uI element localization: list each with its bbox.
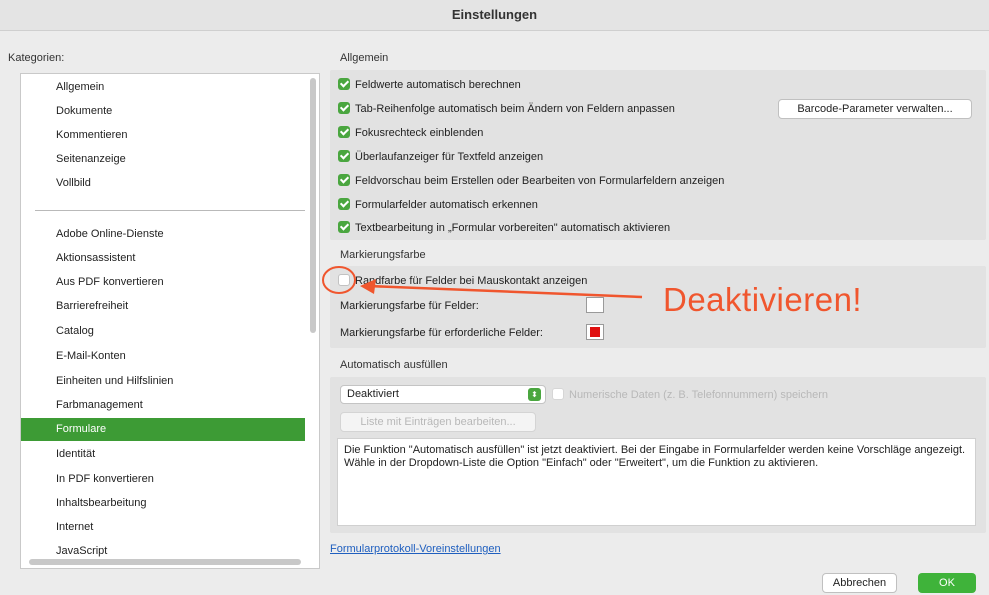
option-label: Feldwerte automatisch berechnen bbox=[355, 79, 521, 91]
checkbox-disabled-icon bbox=[552, 388, 564, 400]
category-item-aus-pdf-konvertieren[interactable]: Aus PDF konvertieren bbox=[21, 271, 305, 294]
ok-button[interactable]: OK bbox=[918, 573, 976, 593]
window-title: Einstellungen bbox=[0, 0, 989, 31]
category-item-kommentieren[interactable]: Kommentieren bbox=[21, 124, 305, 147]
option-formularfelder-erkennen[interactable]: Formularfelder automatisch erkennen bbox=[338, 196, 538, 214]
category-item-farbmanagement[interactable]: Farbmanagement bbox=[21, 394, 305, 417]
option-randfarbe-mauskontakt[interactable]: Randfarbe für Felder bei Mauskontakt anz… bbox=[338, 272, 587, 290]
barcode-parameter-button[interactable]: Barcode-Parameter verwalten... bbox=[778, 99, 972, 119]
checkbox-checked-icon[interactable] bbox=[338, 198, 350, 210]
required-color-label: Markierungsfarbe für erforderliche Felde… bbox=[340, 327, 543, 339]
autofill-description: Die Funktion "Automatisch ausfüllen" ist… bbox=[337, 438, 976, 526]
required-color-fill bbox=[590, 327, 600, 337]
option-label: Tab-Reihenfolge automatisch beim Ändern … bbox=[355, 103, 675, 115]
category-item-vollbild[interactable]: Vollbild bbox=[21, 172, 305, 195]
category-item-in-pdf-konvertieren[interactable]: In PDF konvertieren bbox=[21, 468, 305, 491]
category-list[interactable]: Allgemein Dokumente Kommentieren Seitena… bbox=[20, 73, 320, 569]
cancel-button[interactable]: Abbrechen bbox=[822, 573, 897, 593]
option-label: Fokusrechteck einblenden bbox=[355, 127, 484, 139]
field-color-fill bbox=[590, 300, 600, 310]
category-item-internet[interactable]: Internet bbox=[21, 516, 305, 539]
autofill-mode-value: Deaktiviert bbox=[347, 388, 399, 400]
option-label: Numerische Daten (z. B. Telefonnummern) … bbox=[569, 389, 829, 401]
category-item-einheiten-und-hilfslinien[interactable]: Einheiten und Hilfslinien bbox=[21, 370, 305, 393]
option-textbearbeitung[interactable]: Textbearbeitung in „Formular vorbereiten… bbox=[338, 219, 670, 237]
checkbox-checked-icon[interactable] bbox=[338, 78, 350, 90]
section-title-markierungsfarbe: Markierungsfarbe bbox=[340, 249, 426, 261]
chevron-updown-icon: ⬍ bbox=[528, 388, 541, 401]
autofill-mode-select[interactable]: Deaktiviert ⬍ bbox=[340, 385, 546, 404]
option-numerische-daten: Numerische Daten (z. B. Telefonnummern) … bbox=[552, 386, 828, 404]
option-ueberlaufanzeiger[interactable]: Überlaufanzeiger für Textfeld anzeigen bbox=[338, 148, 543, 166]
option-label: Randfarbe für Felder bei Mauskontakt anz… bbox=[355, 275, 588, 287]
category-item-formulare[interactable]: Formulare bbox=[21, 418, 305, 441]
option-feldwerte-berechnen[interactable]: Feldwerte automatisch berechnen bbox=[338, 76, 521, 94]
option-label: Überlaufanzeiger für Textfeld anzeigen bbox=[355, 151, 544, 163]
categories-label: Kategorien: bbox=[8, 52, 65, 64]
field-color-swatch[interactable] bbox=[586, 297, 604, 313]
option-fokusrechteck[interactable]: Fokusrechteck einblenden bbox=[338, 124, 483, 142]
checkbox-checked-icon[interactable] bbox=[338, 221, 350, 233]
formularprotokoll-link[interactable]: Formularprotokoll-Voreinstellungen bbox=[330, 543, 501, 555]
category-separator bbox=[35, 210, 305, 211]
category-item-identitaet[interactable]: Identität bbox=[21, 443, 305, 466]
checkbox-checked-icon[interactable] bbox=[338, 150, 350, 162]
section-title-allgemein: Allgemein bbox=[340, 52, 389, 64]
required-color-swatch[interactable] bbox=[586, 324, 604, 340]
category-item-adobe-online-dienste[interactable]: Adobe Online-Dienste bbox=[21, 223, 305, 246]
checkbox-unchecked-icon[interactable] bbox=[338, 274, 350, 286]
option-feldvorschau[interactable]: Feldvorschau beim Erstellen oder Bearbei… bbox=[338, 172, 724, 190]
category-item-e-mail-konten[interactable]: E-Mail-Konten bbox=[21, 345, 305, 368]
field-color-label: Markierungsfarbe für Felder: bbox=[340, 300, 479, 312]
option-label: Feldvorschau beim Erstellen oder Bearbei… bbox=[355, 175, 725, 187]
category-item-catalog[interactable]: Catalog bbox=[21, 320, 305, 343]
category-item-allgemein[interactable]: Allgemein bbox=[21, 76, 305, 99]
category-item-inhaltsbearbeitung[interactable]: Inhaltsbearbeitung bbox=[21, 492, 305, 515]
category-vertical-scrollbar[interactable] bbox=[310, 78, 316, 333]
category-item-dokumente[interactable]: Dokumente bbox=[21, 100, 305, 123]
category-item-seitenanzeige[interactable]: Seitenanzeige bbox=[21, 148, 305, 171]
checkbox-checked-icon[interactable] bbox=[338, 102, 350, 114]
checkbox-checked-icon[interactable] bbox=[338, 126, 350, 138]
checkbox-checked-icon[interactable] bbox=[338, 174, 350, 186]
option-label: Textbearbeitung in „Formular vorbereiten… bbox=[355, 222, 671, 234]
category-item-aktionsassistent[interactable]: Aktionsassistent bbox=[21, 247, 305, 270]
section-title-automatisch-ausfuellen: Automatisch ausfüllen bbox=[340, 359, 448, 371]
option-tab-reihenfolge[interactable]: Tab-Reihenfolge automatisch beim Ändern … bbox=[338, 100, 675, 118]
annotation-text: Deaktivieren! bbox=[663, 281, 863, 318]
option-label: Formularfelder automatisch erkennen bbox=[355, 199, 538, 211]
category-horizontal-scrollbar[interactable] bbox=[29, 559, 301, 565]
category-item-barrierefreiheit[interactable]: Barrierefreiheit bbox=[21, 295, 305, 318]
edit-list-button: Liste mit Einträgen bearbeiten... bbox=[340, 412, 536, 432]
